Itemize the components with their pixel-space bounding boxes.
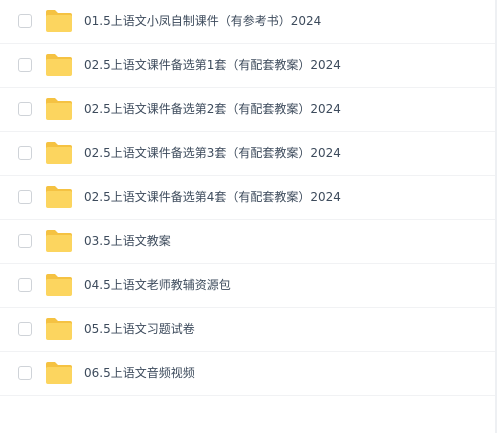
folder-icon [45, 361, 73, 385]
file-row[interactable]: 02.5上语文课件备选第2套（有配套教案）2024 [0, 88, 495, 132]
file-row[interactable]: 02.5上语文课件备选第4套（有配套教案）2024 [0, 176, 495, 220]
file-name[interactable]: 04.5上语文老师教辅资源包 [84, 264, 231, 307]
folder-icon [45, 229, 73, 253]
folder-icon [45, 9, 73, 33]
file-name[interactable]: 02.5上语文课件备选第4套（有配套教案）2024 [84, 176, 341, 219]
file-row[interactable]: 04.5上语文老师教辅资源包 [0, 264, 495, 308]
file-row[interactable]: 06.5上语文音频视频 [0, 352, 495, 396]
folder-icon [45, 53, 73, 77]
folder-icon [45, 141, 73, 165]
file-row[interactable]: 01.5上语文小凤自制课件（有参考书）2024 [0, 0, 495, 44]
row-checkbox[interactable] [18, 14, 32, 28]
row-checkbox[interactable] [18, 102, 32, 116]
file-row[interactable]: 02.5上语文课件备选第1套（有配套教案）2024 [0, 44, 495, 88]
file-name[interactable]: 03.5上语文教案 [84, 220, 171, 263]
folder-icon [45, 317, 73, 341]
row-checkbox[interactable] [18, 366, 32, 380]
file-row[interactable]: 02.5上语文课件备选第3套（有配套教案）2024 [0, 132, 495, 176]
file-list: 01.5上语文小凤自制课件（有参考书）2024 02.5上语文课件备选第1套（有配… [0, 0, 497, 433]
folder-icon [45, 97, 73, 121]
row-checkbox[interactable] [18, 190, 32, 204]
file-row[interactable]: 05.5上语文习题试卷 [0, 308, 495, 352]
file-name[interactable]: 02.5上语文课件备选第2套（有配套教案）2024 [84, 88, 341, 131]
row-checkbox[interactable] [18, 322, 32, 336]
row-checkbox[interactable] [18, 234, 32, 248]
folder-icon [45, 273, 73, 297]
file-name[interactable]: 02.5上语文课件备选第3套（有配套教案）2024 [84, 132, 341, 175]
file-row[interactable]: 03.5上语文教案 [0, 220, 495, 264]
file-name[interactable]: 05.5上语文习题试卷 [84, 308, 195, 351]
file-name[interactable]: 01.5上语文小凤自制课件（有参考书）2024 [84, 0, 321, 43]
row-checkbox[interactable] [18, 146, 32, 160]
row-checkbox[interactable] [18, 58, 32, 72]
folder-icon [45, 185, 73, 209]
file-name[interactable]: 06.5上语文音频视频 [84, 352, 195, 395]
file-name[interactable]: 02.5上语文课件备选第1套（有配套教案）2024 [84, 44, 341, 87]
row-checkbox[interactable] [18, 278, 32, 292]
